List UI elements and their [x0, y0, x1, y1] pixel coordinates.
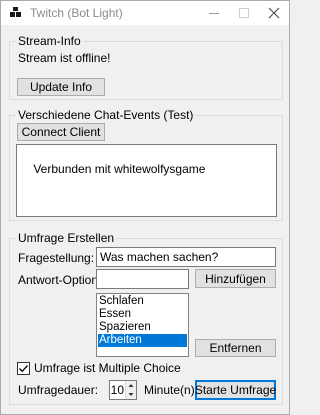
maximize-button[interactable] [229, 1, 259, 25]
start-poll-button[interactable]: Starte Umfrage [195, 380, 276, 400]
question-label: Fragestellung: [18, 251, 95, 265]
list-item[interactable]: Spazieren [98, 321, 187, 334]
spin-up-icon[interactable] [126, 381, 136, 390]
duration-spin-buttons [125, 381, 136, 399]
multiple-choice-checkbox[interactable] [17, 362, 30, 375]
chat-log-text: Verbunden mit whitewolfysgame [33, 162, 206, 176]
minimize-button[interactable] [199, 1, 229, 25]
close-icon [268, 7, 280, 19]
poll-legend: Umfrage Erstellen [16, 231, 117, 245]
maximize-icon [239, 8, 249, 18]
close-button[interactable] [259, 1, 289, 25]
answer-input[interactable] [96, 269, 189, 289]
list-item[interactable]: Arbeiten [98, 334, 187, 347]
stream-info-legend: Stream-Info [16, 34, 83, 48]
duration-unit-label: Minute(n) [144, 383, 195, 397]
stream-status-text: Stream ist offline! [18, 51, 111, 65]
list-item[interactable]: Schlafen [98, 295, 187, 308]
chat-log-textarea[interactable]: Verbunden mit whitewolfysgame [16, 144, 277, 217]
add-option-button[interactable]: Hinzufügen [195, 269, 276, 288]
title-bar[interactable]: Twitch (Bot Light) [1, 1, 289, 25]
app-window: Twitch (Bot Light) Stream-Info Stream is… [0, 0, 290, 415]
list-item[interactable]: Essen [98, 308, 187, 321]
chat-events-legend: Verschiedene Chat-Events (Test) [16, 108, 196, 122]
question-input[interactable] [96, 247, 276, 267]
app-icon [10, 7, 21, 17]
remove-option-button[interactable]: Entfernen [195, 339, 276, 357]
duration-label: Umfragedauer: [18, 383, 99, 397]
options-listbox[interactable]: Schlafen Essen Spazieren Arbeiten [96, 293, 189, 357]
window-title: Twitch (Bot Light) [30, 6, 123, 20]
connect-client-button[interactable]: Connect Client [17, 123, 105, 141]
answer-label: Antwort-Option: [18, 273, 102, 287]
spin-down-icon[interactable] [126, 390, 136, 399]
multiple-choice-label[interactable]: Umfrage ist Multiple Choice [34, 361, 181, 375]
duration-stepper[interactable]: 10 [109, 380, 137, 400]
checkmark-icon [19, 365, 28, 373]
duration-value: 10 [110, 383, 124, 397]
update-info-button[interactable]: Update Info [17, 78, 105, 96]
minimize-icon [209, 13, 219, 14]
